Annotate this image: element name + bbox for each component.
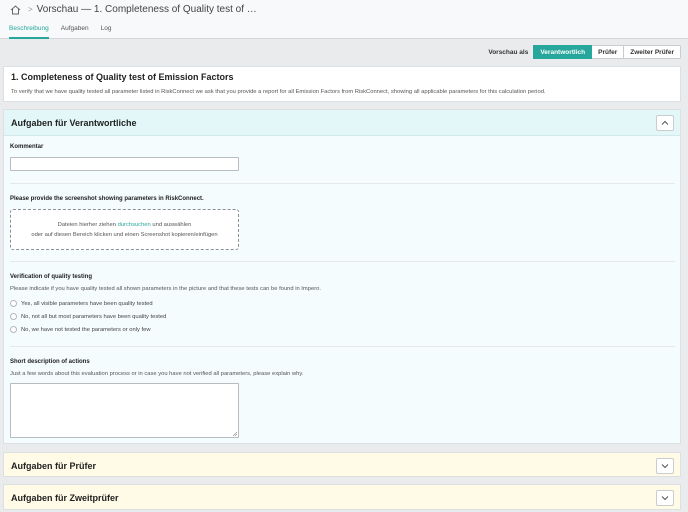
radio-option-label: Yes, all visible parameters have been qu… — [21, 300, 153, 307]
actions-help: Just a few words about this evaluation p… — [10, 371, 304, 377]
preview-as-switcher: Vorschau als Verantwortlich Prüfer Zweit… — [488, 45, 681, 59]
tab-bar: Beschreibung Aufgaben Log — [0, 19, 688, 39]
section-verantwortliche: Aufgaben für Verantwortliche Kommentar P… — [3, 109, 681, 444]
collapse-button[interactable] — [656, 114, 674, 131]
radio-option-most[interactable]: No, not all but most parameters have bee… — [10, 313, 166, 320]
preview-verantwortlich-button[interactable]: Verantwortlich — [533, 45, 593, 59]
file-dropzone[interactable]: Dateien hierher ziehen durchsuchen und a… — [10, 209, 239, 250]
section-verantwortliche-header[interactable]: Aufgaben für Verantwortliche — [4, 110, 680, 136]
section-zweitpruefer[interactable]: Aufgaben für Zweitprüfer — [3, 484, 681, 510]
dropzone-line-2: oder auf diesen Bereich klicken und eine… — [31, 232, 218, 238]
radio-option-label: No, not all but most parameters have bee… — [21, 313, 167, 320]
task-description: To verify that we have quality tested al… — [11, 89, 546, 95]
verification-label: Verification of quality testing — [10, 274, 93, 280]
tab-beschreibung[interactable]: Beschreibung — [9, 19, 49, 39]
dropzone-text-end: und auswählen — [150, 222, 192, 228]
section-zweitpruefer-title: Aufgaben für Zweitprüfer — [11, 493, 119, 503]
dropzone-line-1: Dateien hierher ziehen durchsuchen und a… — [11, 220, 238, 230]
comment-label: Kommentar — [10, 144, 44, 150]
expand-button[interactable] — [656, 457, 674, 474]
actions-textarea[interactable] — [10, 383, 239, 438]
screenshot-label: Please provide the screenshot showing pa… — [10, 196, 204, 202]
comment-input[interactable] — [10, 157, 239, 171]
radio-option-label: No, we have not tested the parameters or… — [21, 326, 151, 333]
preview-pruefer-button[interactable]: Prüfer — [592, 45, 625, 59]
tab-log[interactable]: Log — [101, 19, 112, 38]
preview-as-label: Vorschau als — [488, 48, 529, 56]
page-title: Vorschau — 1. Completeness of Quality te… — [36, 4, 257, 15]
radio-option-yes[interactable]: Yes, all visible parameters have been qu… — [10, 300, 153, 307]
section-verantwortliche-title: Aufgaben für Verantwortliche — [11, 117, 137, 128]
section-pruefer-header[interactable]: Aufgaben für Prüfer — [4, 453, 680, 478]
chevron-down-icon — [661, 463, 669, 468]
home-icon[interactable] — [9, 4, 21, 15]
expand-button[interactable] — [656, 490, 674, 506]
radio-circle[interactable] — [10, 313, 17, 320]
divider — [10, 261, 675, 262]
actions-label: Short description of actions — [10, 359, 90, 365]
radio-option-no[interactable]: No, we have not tested the parameters or… — [10, 326, 151, 333]
task-title: 1. Completeness of Quality test of Emiss… — [11, 72, 234, 82]
breadcrumb-separator-icon: > — [28, 5, 33, 14]
preview-zweiter-pruefer-button[interactable]: Zweiter Prüfer — [624, 45, 681, 59]
browse-link[interactable]: durchsuchen — [118, 222, 151, 228]
radio-circle[interactable] — [10, 300, 17, 307]
verification-help: Please indicate if you have quality test… — [10, 286, 321, 292]
chevron-down-icon — [661, 496, 669, 501]
dropzone-text: Dateien hierher ziehen — [57, 222, 118, 228]
top-bar: > Vorschau — 1. Completeness of Quality … — [0, 0, 688, 19]
resize-handle-icon[interactable] — [232, 431, 237, 436]
description-card: 1. Completeness of Quality test of Emiss… — [3, 66, 681, 102]
radio-circle[interactable] — [10, 326, 17, 333]
section-pruefer[interactable]: Aufgaben für Prüfer — [3, 452, 681, 477]
section-zweitpruefer-header[interactable]: Aufgaben für Zweitprüfer — [4, 485, 680, 511]
divider — [10, 183, 675, 184]
divider — [10, 346, 675, 347]
tab-aufgaben[interactable]: Aufgaben — [61, 19, 89, 38]
chevron-up-icon — [661, 120, 669, 125]
section-pruefer-title: Aufgaben für Prüfer — [11, 460, 97, 471]
